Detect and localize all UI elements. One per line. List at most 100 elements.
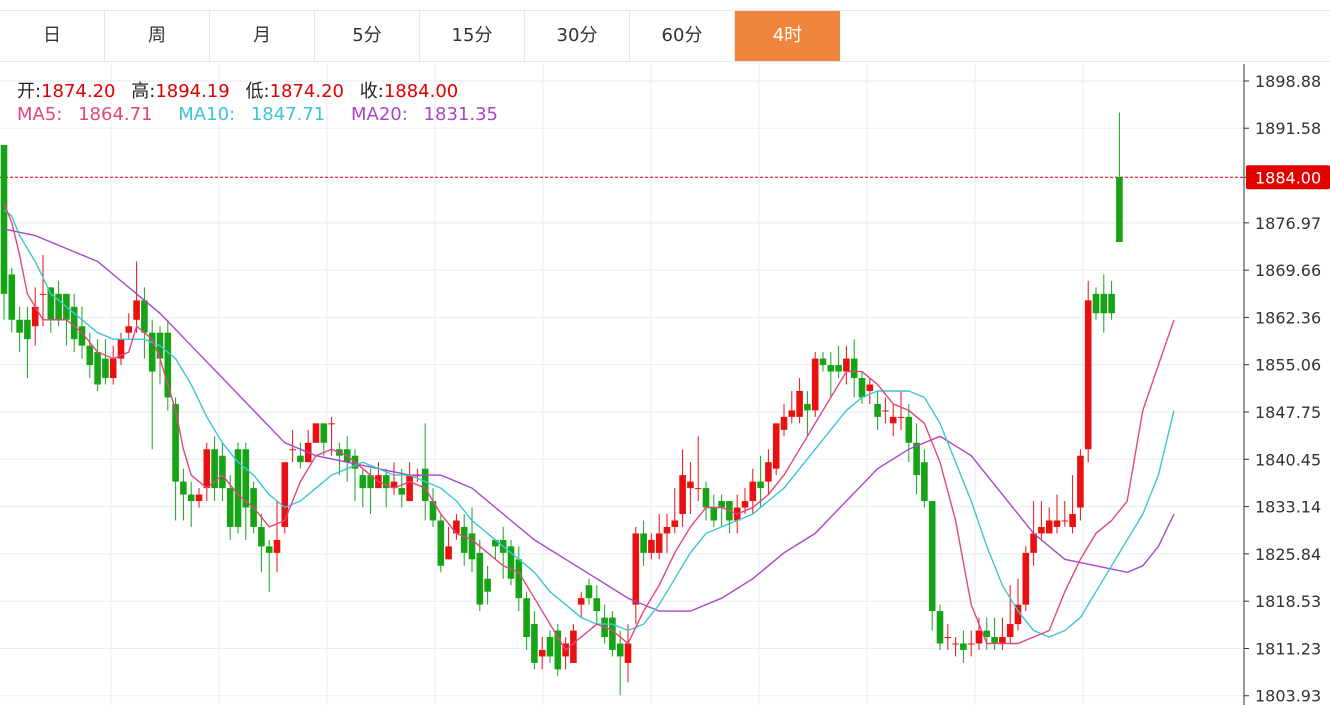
candle-body <box>187 494 195 502</box>
candle-body <box>866 384 874 391</box>
tab-30min[interactable]: 30分 <box>525 11 630 61</box>
candle-body <box>24 319 31 340</box>
candle-body <box>172 403 179 482</box>
timeframe-tabs: 日 周 月 5分 15分 30分 60分 4时 <box>0 10 1330 62</box>
candle-body <box>39 293 47 295</box>
candle-body <box>858 378 866 398</box>
high-label: 高: <box>131 81 156 102</box>
candle-body <box>897 416 905 418</box>
candle-body <box>523 598 530 638</box>
candle-body <box>460 526 468 553</box>
candle-body <box>936 611 944 644</box>
candle-body <box>765 462 772 482</box>
candlestick-chart[interactable]: 1898.88 1891.58 1884.00 1876.97 1869.66 1862.… <box>0 64 1330 705</box>
tab-day[interactable]: 日 <box>0 11 105 61</box>
candle-body <box>999 637 1006 644</box>
y-tick-label: 1869.66 <box>1255 261 1321 280</box>
candle-body <box>265 546 273 553</box>
ma20-label: MA20: <box>351 104 408 125</box>
candle-body <box>141 300 148 333</box>
candle-body <box>398 488 406 495</box>
ma5-label: MA5: <box>17 104 63 125</box>
candle-body <box>312 423 320 443</box>
ma10-value: 1847.71 <box>250 104 326 125</box>
candle-body <box>515 559 523 599</box>
candle-body <box>570 630 577 663</box>
candle-body <box>788 410 796 417</box>
low-label: 低: <box>245 81 270 102</box>
candle-body <box>203 449 211 489</box>
candle-body <box>258 526 265 547</box>
candle-body <box>882 410 889 412</box>
candle-body <box>297 455 304 463</box>
candle-body <box>492 539 499 547</box>
ma10-line <box>3 209 1175 638</box>
candle-body <box>234 449 242 527</box>
candle-body <box>741 501 749 508</box>
current-price-label: 1884.00 <box>1255 168 1321 187</box>
candle-body <box>133 300 140 320</box>
candle-body <box>1069 513 1076 527</box>
candle-body <box>195 494 203 502</box>
ma20-text: MA20: 1831.35 <box>351 104 508 125</box>
tab-month[interactable]: 月 <box>210 11 315 61</box>
candle-body <box>1022 552 1030 605</box>
y-tick-label: 1891.58 <box>1255 119 1321 138</box>
candle-body <box>780 416 788 430</box>
candle-body <box>1030 533 1037 553</box>
candle-body <box>694 488 702 490</box>
y-tick-label: 1862.36 <box>1255 308 1321 327</box>
candle-body <box>663 526 671 534</box>
candle-body <box>632 533 640 605</box>
y-tick-label: 1855.06 <box>1255 356 1321 375</box>
candle-body <box>180 481 187 495</box>
y-tick-label: 1803.93 <box>1255 687 1321 705</box>
ma10-text: MA10: 1847.71 <box>178 104 335 125</box>
y-tick-label: 1847.75 <box>1255 403 1321 422</box>
y-tick-label: 1833.14 <box>1255 498 1321 517</box>
candle-body <box>1061 520 1069 522</box>
tab-15min[interactable]: 15分 <box>420 11 525 61</box>
candle-body <box>484 578 491 592</box>
candle-body <box>702 488 710 508</box>
candle-body <box>289 449 296 451</box>
candle-body <box>640 533 647 553</box>
ohlc-info: 开:1874.20 高:1894.19 低:1874.20 收:1884.00 <box>17 77 468 103</box>
candle-body <box>1006 624 1014 638</box>
candle-body <box>102 358 109 379</box>
candle-body <box>1100 293 1108 314</box>
ma-info: MA5: 1864.71 MA10: 1847.71 MA20: 1831.35 <box>17 104 518 125</box>
candle-body <box>718 501 725 508</box>
candle-body <box>577 598 585 605</box>
tab-4hour[interactable]: 4时 <box>735 11 840 61</box>
candle-body <box>94 352 101 385</box>
tab-60min[interactable]: 60分 <box>630 11 735 61</box>
candle-body <box>648 539 655 553</box>
close-label: 收: <box>359 81 384 102</box>
candle-body <box>975 630 983 644</box>
candle-body <box>835 365 842 372</box>
low-value: 1874.20 <box>269 81 345 102</box>
y-tick-label: 1818.53 <box>1255 592 1321 611</box>
candle-body <box>609 617 616 650</box>
candle-body <box>1053 520 1061 527</box>
tab-5min[interactable]: 5分 <box>315 11 420 61</box>
tab-week[interactable]: 周 <box>105 11 210 61</box>
candle-body <box>437 520 445 566</box>
candle-body <box>406 475 413 502</box>
candle-body <box>109 358 117 379</box>
candle-body <box>819 358 827 366</box>
candle-body <box>967 643 975 645</box>
candle-body <box>86 345 94 366</box>
candle-body <box>928 501 936 612</box>
candle-body <box>445 546 452 560</box>
candle-body <box>226 488 234 527</box>
candle-body <box>749 481 757 502</box>
candle-body <box>624 643 632 663</box>
candle-body <box>655 533 663 553</box>
y-tick-label: 1811.23 <box>1255 639 1321 658</box>
candle-body <box>679 475 686 514</box>
candle-body <box>1038 526 1045 534</box>
candle-body <box>8 274 16 320</box>
open-value: 1874.20 <box>41 81 116 102</box>
